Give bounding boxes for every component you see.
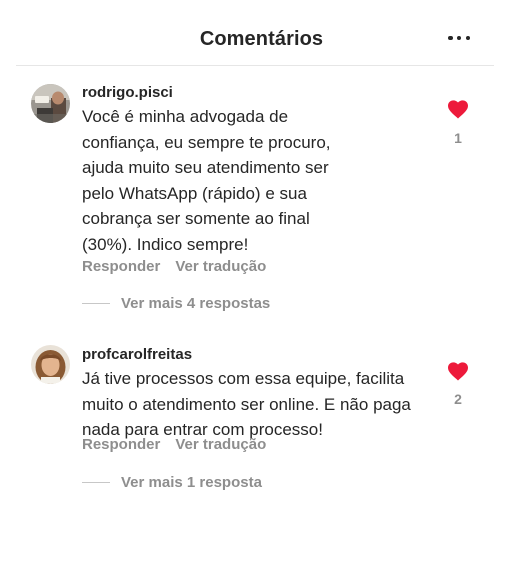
comment-username[interactable]: profcarolfreitas	[82, 346, 192, 363]
replies-divider-line	[82, 482, 110, 483]
heart-icon[interactable]	[447, 99, 469, 119]
avatar-photo	[31, 345, 70, 384]
like-count: 1	[454, 130, 462, 146]
avatar[interactable]	[31, 345, 70, 384]
comment-actions: Responder Ver tradução	[82, 258, 266, 275]
view-replies-button[interactable]: Ver mais 1 resposta	[82, 474, 262, 491]
more-dot	[465, 35, 470, 41]
more-dot	[456, 35, 462, 41]
view-replies-label: Ver mais 1 resposta	[121, 474, 262, 491]
comment-text-line: confiança, eu sempre te procuro,	[82, 132, 331, 152]
avatar[interactable]	[31, 84, 70, 123]
view-replies-label: Ver mais 4 respostas	[121, 295, 271, 312]
comment-text-line: Já tive processos com essa equipe, facil…	[82, 369, 405, 388]
more-options-button[interactable]	[448, 26, 470, 50]
comment-username[interactable]: rodrigo.pisci	[82, 84, 173, 101]
heart-icon[interactable]	[447, 361, 469, 381]
reply-button[interactable]: Responder	[82, 258, 160, 275]
header-divider	[16, 65, 494, 66]
comment-text-line: ajuda muito seu atendimento ser	[82, 158, 329, 177]
comment-actions: Responder Ver tradução	[82, 436, 266, 453]
comment-text-line: (30%). Indico sempre!	[82, 234, 249, 254]
comment-text-line: cobrança ser somente ao final	[82, 209, 310, 228]
replies-divider-line	[82, 303, 110, 304]
like-count: 2	[454, 391, 462, 407]
translate-button[interactable]: Ver tradução	[175, 258, 266, 275]
page-title: Comentários	[199, 28, 324, 50]
comment-text: Você é minha advogada de confiança, eu s…	[82, 104, 331, 257]
header: Comentários	[0, 0, 523, 66]
translate-button[interactable]: Ver tradução	[175, 436, 266, 453]
comment-text-line: pelo WhatsApp (rápido) e sua	[82, 183, 307, 203]
comment-text-line: Você é minha advogada de	[82, 107, 289, 126]
reply-button[interactable]: Responder	[82, 436, 160, 453]
comment-text: Já tive processos com essa equipe, facil…	[82, 366, 411, 443]
avatar-photo	[31, 84, 70, 123]
comment-text-line: muito o atendimento ser online. E não pa…	[82, 394, 411, 414]
view-replies-button[interactable]: Ver mais 4 respostas	[82, 295, 270, 312]
more-horizontal-icon	[448, 35, 453, 41]
